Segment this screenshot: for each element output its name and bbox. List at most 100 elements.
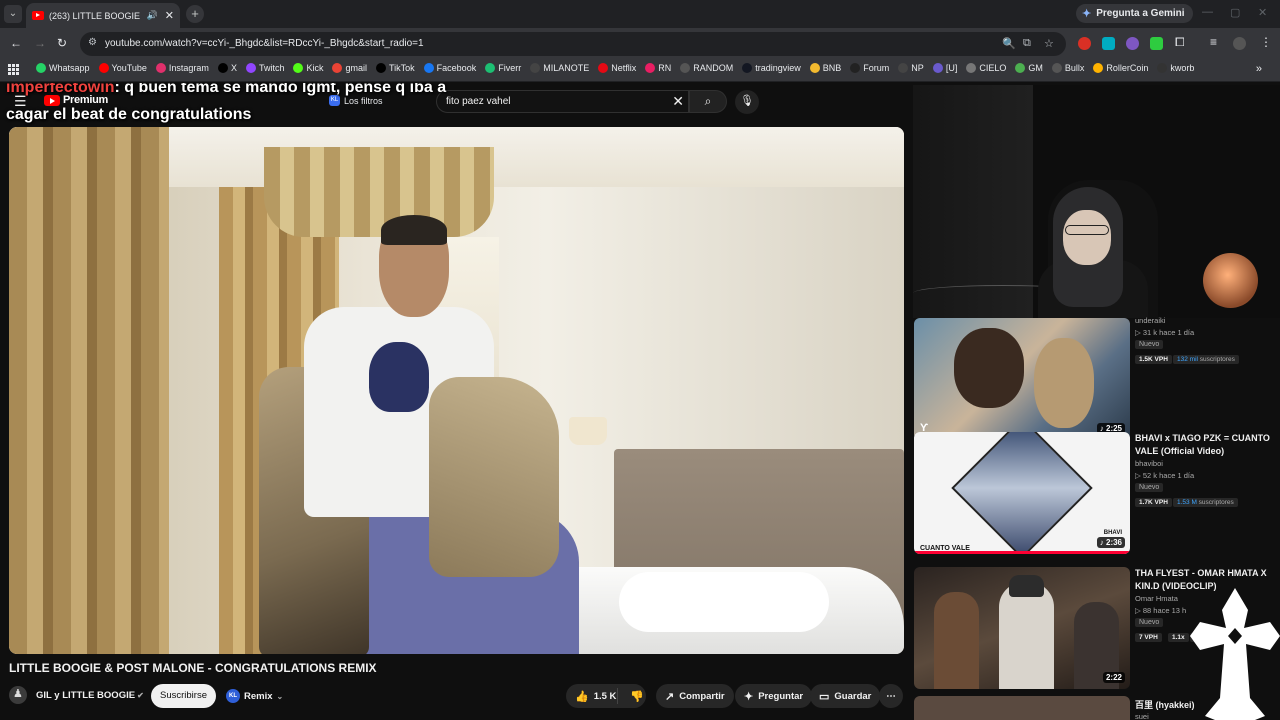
maximize-icon[interactable]: ▢ (1230, 6, 1240, 19)
related-title[interactable]: BHAVI x TIAGO PZK = CUANTO VALE (Officia… (1135, 432, 1275, 457)
bookmark-label: MILANOTE (543, 63, 590, 73)
extension-icon[interactable] (1150, 37, 1163, 50)
extension-icon[interactable] (1102, 37, 1115, 50)
profile-avatar[interactable] (1233, 37, 1246, 50)
subscribe-button[interactable]: Suscribirse (151, 684, 216, 708)
related-channel[interactable]: underaiki (1135, 316, 1165, 325)
bookmark-item[interactable]: Netflix (598, 63, 636, 73)
minimize-icon[interactable]: — (1202, 6, 1213, 18)
bookmark-label: gmail (345, 63, 367, 73)
watch-progress-bar (914, 551, 1130, 554)
bookmark-label: tradingview (755, 63, 801, 73)
remix-button[interactable]: KL Remix ⌄ (222, 684, 291, 708)
related-channel[interactable]: bhaviboi (1135, 459, 1163, 468)
back-icon[interactable]: ← (10, 36, 22, 50)
browser-tab-strip: ⌄ (263) LITTLE BOOGIE & PO 🔊 ✕ + ✦ Pregu… (0, 0, 1280, 28)
related-meta: ▷ 31 k hace 1 día (1135, 328, 1195, 337)
url-text: youtube.com/watch?v=ccYi-_Bhgdc&list=RDc… (105, 38, 424, 49)
bookmark-item[interactable]: gmail (332, 63, 367, 73)
ratio-badge: 1.1x (1168, 633, 1189, 642)
browser-tab-active[interactable]: (263) LITTLE BOOGIE & PO 🔊 ✕ (26, 3, 180, 28)
video-frame-lamp (569, 417, 607, 445)
bookmark-item[interactable]: kworb (1157, 63, 1194, 73)
bookmark-item[interactable]: Forum (850, 63, 889, 73)
bookmark-favicon-icon (1015, 63, 1026, 73)
related-thumbnail[interactable]: 2:22 (914, 567, 1130, 689)
bookmark-label: YouTube (111, 63, 147, 73)
apps-grid-icon[interactable] (8, 64, 19, 75)
channel-name-wrap[interactable]: GIL y LITTLE BOOGIE ✔ (36, 690, 144, 701)
related-thumbnail[interactable] (914, 696, 1130, 720)
bookmark-item[interactable]: RANDOM (680, 63, 733, 73)
bookmark-item[interactable]: BNB (809, 63, 841, 73)
bookmark-item[interactable]: Twitch (245, 63, 284, 73)
zoom-icon[interactable]: 🔍 (1002, 37, 1016, 50)
webcam-lamp (1203, 253, 1258, 308)
more-bookmarks-icon[interactable]: » (1256, 63, 1262, 75)
close-window-icon[interactable]: ✕ (1258, 6, 1267, 19)
bookmark-item[interactable]: RollerCoin (1093, 63, 1148, 73)
bookmark-item[interactable]: TikTok (376, 63, 415, 73)
forward-icon[interactable]: → (34, 36, 46, 50)
save-label: Guardar (834, 690, 872, 702)
bookmark-item[interactable]: X (217, 63, 237, 73)
bookmark-item[interactable]: Whatsapp (36, 63, 90, 73)
bookmark-item[interactable]: Kick (293, 63, 323, 73)
cross-overlay-icon (1190, 588, 1280, 720)
channel-name: GIL y LITTLE BOOGIE (36, 690, 136, 701)
new-tab-button[interactable]: + (186, 5, 204, 23)
speaker-icon[interactable]: 🔊 (147, 10, 158, 21)
extensions-puzzle-icon[interactable]: ⧠ (1175, 35, 1185, 50)
share-icon: ↗ (665, 690, 675, 703)
bookmark-favicon-icon (1157, 63, 1168, 73)
bookmark-item[interactable]: RN (645, 63, 671, 73)
gemini-star-icon: ✦ (1082, 8, 1092, 20)
search-button[interactable]: ⌕ (689, 90, 727, 113)
tab-search-button[interactable]: ⌄ (4, 5, 22, 23)
related-video-item[interactable]: Ƴ ♪ 2:25 underaiki ▷ 31 k hace 1 día Nue… (914, 316, 1280, 444)
save-button[interactable]: ▭ Guardar (810, 684, 881, 708)
dislike-button[interactable]: 👎 (623, 690, 644, 703)
share-label: Compartir (679, 690, 725, 702)
related-title[interactable]: 百里 (hyakkei) (1135, 698, 1195, 711)
like-button[interactable]: 👍 1.5 K (566, 688, 618, 704)
bookmark-favicon-icon (293, 63, 304, 73)
channel-avatar[interactable] (9, 686, 27, 704)
reload-icon[interactable]: ↻ (57, 36, 67, 50)
video-player[interactable] (9, 127, 904, 654)
clear-search-icon[interactable]: ✕ (672, 93, 684, 110)
bookmark-item[interactable]: Bullx (1051, 63, 1084, 73)
site-info-icon[interactable]: ⚙ (88, 37, 97, 48)
bookmark-star-icon[interactable]: ☆ (1044, 37, 1054, 50)
bookmark-item[interactable]: CIELO (966, 63, 1006, 73)
related-video-item[interactable]: CUANTO VALE BHAVI ♪ 2:36 BHAVI x TIAGO P… (914, 432, 1280, 558)
share-button[interactable]: ↗ Compartir (656, 684, 734, 708)
gemini-button[interactable]: ✦ Pregunta a Gemini (1076, 4, 1193, 23)
record-extension-icon[interactable] (1078, 37, 1091, 50)
ask-button[interactable]: ✦ Preguntar (735, 684, 813, 708)
bookmark-favicon-icon (376, 63, 386, 73)
youtube-page: ☰ Premium KL Los filtros fito paez vahel… (0, 83, 1280, 720)
bookmark-item[interactable]: YouTube (98, 63, 147, 73)
bookmark-item[interactable]: Instagram (155, 63, 209, 73)
media-controls-icon[interactable]: ≡ (1210, 35, 1217, 49)
related-channel[interactable]: Omar Hmata (1135, 594, 1178, 603)
bookmark-item[interactable]: Facebook (423, 63, 476, 73)
related-thumbnail[interactable]: CUANTO VALE BHAVI ♪ 2:36 (914, 432, 1130, 554)
related-thumbnail[interactable]: Ƴ ♪ 2:25 (914, 318, 1130, 440)
bookmark-item[interactable]: MILANOTE (530, 63, 589, 73)
tab-close-icon[interactable]: ✕ (165, 9, 174, 22)
bookmark-item[interactable]: GM (1015, 63, 1043, 73)
menu-kebab-icon[interactable]: ⋮ (1260, 35, 1272, 49)
bookmark-item[interactable]: NP (898, 63, 924, 73)
address-bar[interactable]: ⚙ youtube.com/watch?v=ccYi-_Bhgdc&list=R… (80, 32, 1066, 56)
extension-icon[interactable] (1126, 37, 1139, 50)
bookmark-item[interactable]: Fiverr (485, 63, 521, 73)
more-actions-button[interactable]: ⋯ (879, 684, 903, 708)
bookmark-item[interactable]: tradingview (742, 63, 801, 73)
related-channel[interactable]: suei (1135, 712, 1149, 720)
cast-icon[interactable]: ⧉ (1023, 37, 1031, 50)
bookmark-item[interactable]: [U] (932, 63, 957, 73)
voice-search-icon[interactable]: 🎙 (735, 90, 759, 114)
remix-label: Remix (244, 690, 273, 702)
